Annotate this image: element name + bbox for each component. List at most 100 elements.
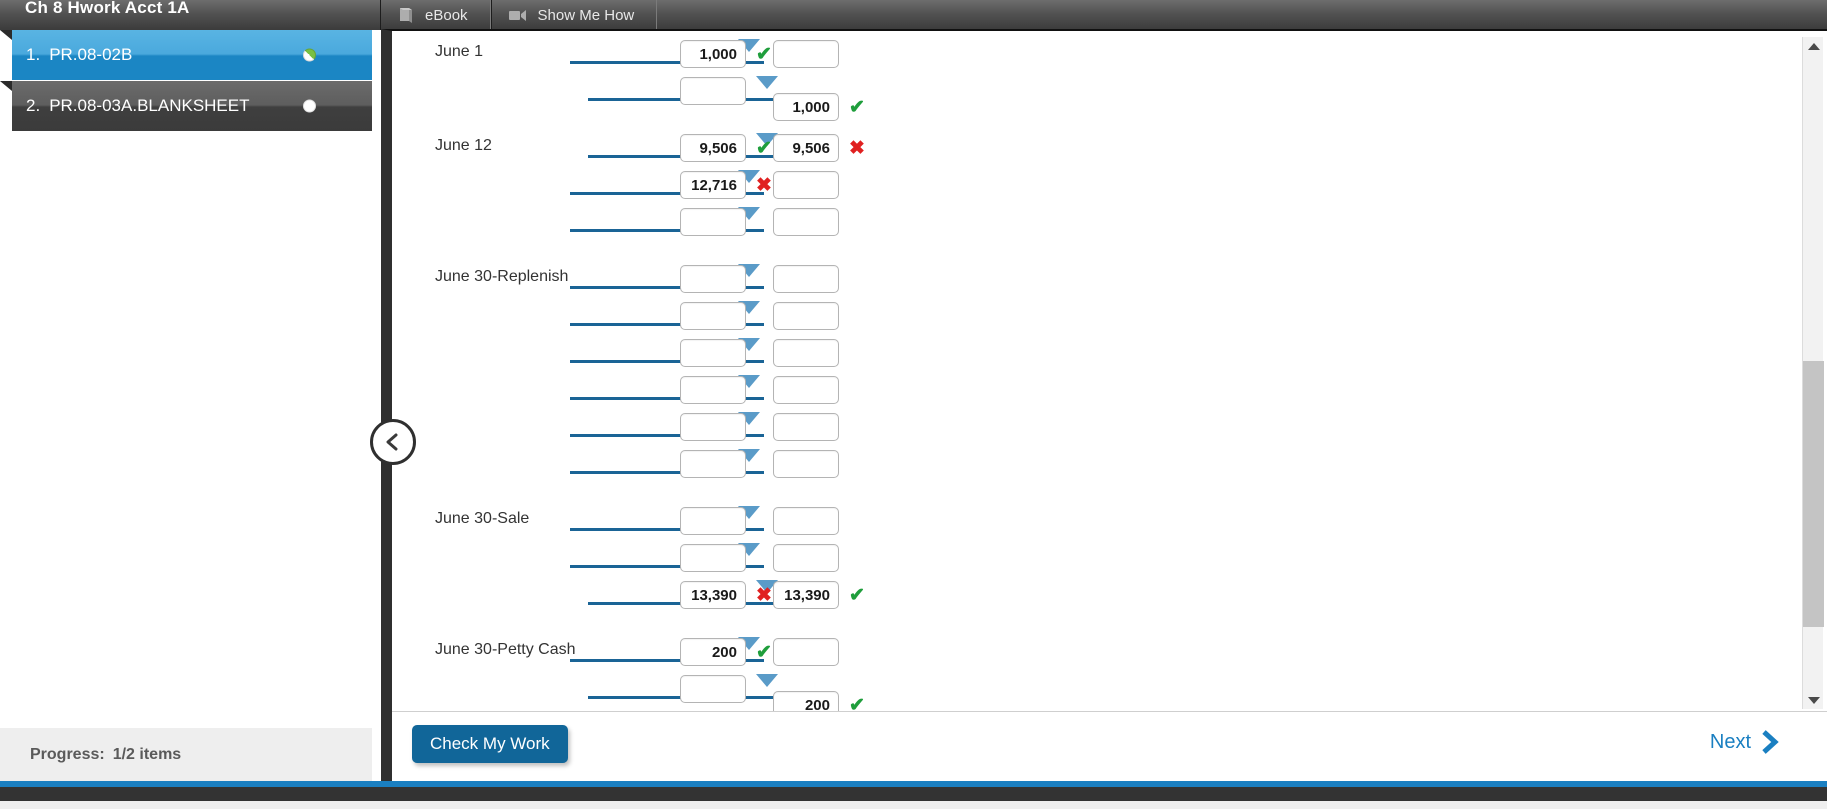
- journal-date-label: June 30-Petty Cash: [435, 641, 576, 658]
- debit-input[interactable]: [680, 171, 746, 199]
- journal-work-area: June 1 ✔ ✔ June 12 ✔ ✖ ✖ June 30-Replenish June …: [392, 31, 1827, 713]
- credit-input[interactable]: [773, 507, 839, 535]
- row-spacer: [392, 484, 1827, 504]
- credit-input[interactable]: [773, 413, 839, 441]
- correct-check-icon: ✔: [756, 642, 772, 663]
- triangle-up-icon: [1807, 42, 1820, 50]
- journal-date-label: June 30-Sale: [435, 510, 530, 527]
- correct-check-icon: ✔: [756, 138, 772, 159]
- chevron-left-icon: [386, 433, 398, 451]
- correct-check-icon: ✔: [849, 585, 865, 606]
- chevron-right-icon: [1762, 730, 1779, 754]
- credit-input[interactable]: [773, 544, 839, 572]
- completion-status-icon: [303, 48, 316, 62]
- debit-input[interactable]: [680, 134, 746, 162]
- check-my-work-button[interactable]: Check My Work: [412, 725, 568, 763]
- debit-input[interactable]: [680, 40, 746, 68]
- credit-input[interactable]: [773, 376, 839, 404]
- journal-row: ✔: [392, 672, 1827, 713]
- journal-row: June 30-Petty Cash ✔: [392, 635, 1827, 672]
- bottom-chrome-strip: [0, 787, 1827, 801]
- video-camera-icon: [508, 8, 528, 23]
- journal-row: [392, 447, 1827, 484]
- scrollbar-thumb[interactable]: [1803, 361, 1824, 627]
- sidebar: 1. PR.08-02B 2. PR.08-03A.BLANKSHEET Progre…: [0, 30, 372, 781]
- completion-status-icon: [303, 99, 316, 113]
- collapse-sidebar-button[interactable]: [370, 419, 416, 465]
- debit-input[interactable]: [680, 265, 746, 293]
- journal-date-label: June 12: [435, 137, 492, 154]
- top-header-bar: Ch 8 Hwork Acct 1A: [0, 0, 1827, 30]
- debit-input[interactable]: [680, 376, 746, 404]
- tab-ebook-label: eBook: [425, 6, 468, 24]
- journal-row: [392, 299, 1827, 336]
- journal-row: ✔: [392, 74, 1827, 121]
- next-button[interactable]: Next: [1704, 728, 1787, 756]
- sidebar-item-pr-08-03a-blanksheet[interactable]: 2. PR.08-03A.BLANKSHEET: [12, 81, 372, 131]
- scroll-up-button[interactable]: [1803, 37, 1824, 55]
- row-spacer: [392, 242, 1827, 262]
- credit-input[interactable]: [773, 265, 839, 293]
- journal-row: June 30-Replenish: [392, 262, 1827, 299]
- credit-input[interactable]: [773, 691, 839, 713]
- credit-input[interactable]: [773, 339, 839, 367]
- journal-date-label: June 1: [435, 43, 484, 60]
- credit-input[interactable]: [773, 208, 839, 236]
- incorrect-cross-icon: ✖: [756, 175, 772, 196]
- journal-row: [392, 373, 1827, 410]
- debit-input[interactable]: [680, 581, 746, 609]
- debit-input[interactable]: [680, 413, 746, 441]
- debit-input[interactable]: [680, 544, 746, 572]
- action-bar: Check My Work Next: [392, 711, 1827, 781]
- triangle-down-icon: [1807, 696, 1820, 704]
- chevron-down-icon: [756, 674, 778, 687]
- credit-input[interactable]: [773, 302, 839, 330]
- journal-row: June 12 ✔ ✖: [392, 131, 1827, 168]
- journal-row: [392, 205, 1827, 242]
- tab-ebook[interactable]: eBook: [380, 0, 491, 30]
- journal-row: [392, 410, 1827, 447]
- credit-input[interactable]: [773, 581, 839, 609]
- bottom-base-strip: [0, 801, 1827, 809]
- sidebar-item-label: PR.08-02B: [49, 45, 133, 64]
- credit-input[interactable]: [773, 450, 839, 478]
- credit-input[interactable]: [773, 171, 839, 199]
- book-icon: [397, 6, 415, 24]
- progress-indicator: Progress: 1/2 items: [0, 727, 372, 781]
- credit-input[interactable]: [773, 134, 839, 162]
- tab-strip: eBook Show Me How: [380, 0, 658, 30]
- debit-input[interactable]: [680, 675, 746, 703]
- debit-input[interactable]: [680, 208, 746, 236]
- chevron-down-icon: [756, 76, 778, 89]
- credit-input[interactable]: [773, 638, 839, 666]
- incorrect-cross-icon: ✖: [756, 585, 772, 606]
- journal-entry-table: June 1 ✔ ✔ June 12 ✔ ✖ ✖ June 30-Replenish June …: [392, 31, 1827, 713]
- assignment-page: Ch 8 Hwork Acct 1A eBook Show Me How 1. …: [0, 0, 1827, 809]
- debit-input[interactable]: [680, 638, 746, 666]
- scroll-down-button[interactable]: [1803, 691, 1824, 709]
- next-button-label: Next: [1709, 730, 1751, 753]
- credit-input[interactable]: [773, 40, 839, 68]
- progress-label: Progress:: [30, 745, 105, 763]
- tab-show-me-how-label: Show Me How: [537, 6, 635, 24]
- main-panel: June 1 ✔ ✔ June 12 ✔ ✖ ✖ June 30-Replenish June …: [370, 29, 1827, 781]
- sidebar-item-number: 2.: [26, 96, 41, 115]
- row-spacer: [392, 615, 1827, 635]
- correct-check-icon: ✔: [756, 44, 772, 65]
- journal-row: June 1 ✔: [392, 37, 1827, 74]
- debit-input[interactable]: [680, 77, 746, 105]
- debit-input[interactable]: [680, 507, 746, 535]
- progress-value: 1/2 items: [112, 745, 182, 763]
- vertical-scrollbar[interactable]: [1802, 37, 1824, 709]
- debit-input[interactable]: [680, 339, 746, 367]
- debit-input[interactable]: [680, 302, 746, 330]
- debit-input[interactable]: [680, 450, 746, 478]
- incorrect-cross-icon: ✖: [849, 138, 865, 159]
- journal-date-label: June 30-Replenish: [435, 268, 569, 285]
- sidebar-item-label: PR.08-03A.BLANKSHEET: [49, 96, 250, 115]
- journal-row: ✖: [392, 168, 1827, 205]
- journal-row: [392, 541, 1827, 578]
- sidebar-item-number: 1.: [26, 45, 41, 64]
- tab-show-me-how[interactable]: Show Me How: [490, 0, 658, 30]
- sidebar-item-pr-08-02b[interactable]: 1. PR.08-02B: [12, 30, 372, 80]
